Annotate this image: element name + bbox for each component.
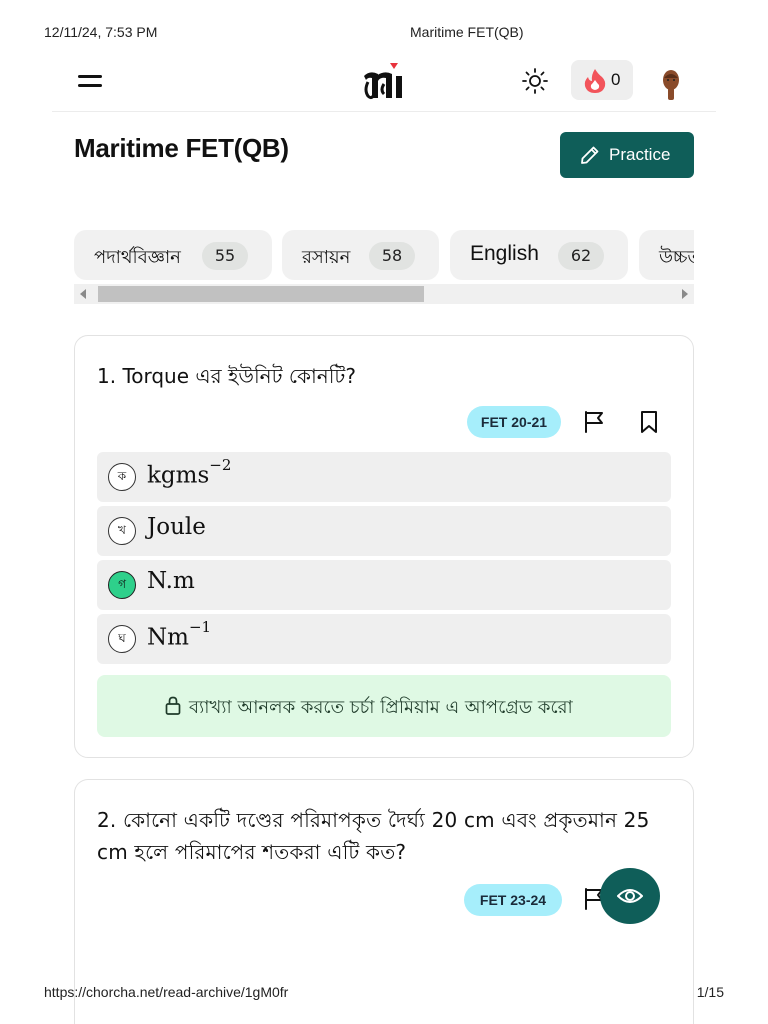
horizontal-scrollbar[interactable] [74,284,694,304]
eye-icon [617,889,643,903]
tab-count-badge: 55 [202,242,248,270]
option-badge: খ [108,517,136,545]
chorcha-logo[interactable] [360,60,408,102]
app-top-bar: 0 [52,56,716,112]
question-card: 1. Torque এর ইউনিট কোনটি? FET 20-21 ক kg… [74,335,694,758]
print-page-number: 1/15 [696,984,724,1000]
lock-icon [165,696,181,715]
print-header: 12/11/24, 7:53 PM Maritime FET(QB) [44,24,724,42]
tab-physics[interactable]: পদার্থবিজ্ঞান 55 [74,230,272,280]
streak-count: 0 [611,70,621,89]
exam-tag: FET 23-24 [464,884,562,916]
tab-count-badge: 58 [369,242,415,270]
tab-english[interactable]: English 62 [450,230,628,280]
hamburger-menu-icon[interactable] [76,70,104,92]
subject-tabs[interactable]: পদার্থবিজ্ঞান 55 রসায়ন 58 English 62 উচ… [74,230,694,304]
tab-higher-math[interactable]: উচ্চতর [639,230,694,280]
flag-icon[interactable] [581,409,607,435]
option-ga-correct[interactable]: গ N.m [97,560,671,610]
exam-tag: FET 20-21 [467,406,561,438]
option-text: N.m [147,568,195,594]
tab-chemistry[interactable]: রসায়ন 58 [282,230,439,280]
option-badge-correct: গ [108,571,136,599]
tab-count-badge: 62 [558,242,604,270]
print-datetime: 12/11/24, 7:53 PM [44,24,158,40]
sun-icon[interactable] [520,66,550,96]
option-ka[interactable]: ক kgms−2 [97,452,671,502]
scroll-right-arrow-icon[interactable] [682,289,688,299]
option-badge: ঘ [108,625,136,653]
show-answers-eye-button[interactable] [600,868,660,924]
print-footer: https://chorcha.net/read-archive/1gM0fr … [44,984,724,1002]
option-text: Nm−1 [147,618,212,651]
question-text: 1. Torque এর ইউনিট কোনটি? [97,364,356,388]
option-badge: ক [108,463,136,491]
practice-button-label: Practice [609,145,671,164]
option-kha[interactable]: খ Joule [97,506,671,556]
question-text: 2. কোনো একটি দণ্ডের পরিমাপকৃত দৈর্ঘ্য 20… [97,808,650,864]
premium-upgrade-banner[interactable]: ব্যাখ্যা আনলক করতে চর্চা প্রিমিয়াম এ আপ… [97,675,671,737]
streak-counter[interactable]: 0 [571,60,633,100]
option-gha[interactable]: ঘ Nm−1 [97,614,671,664]
option-text: Joule [147,514,206,540]
premium-upgrade-text: ব্যাখ্যা আনলক করতে চর্চা প্রিমিয়াম এ আপ… [189,697,573,718]
print-doc-title: Maritime FET(QB) [410,24,524,40]
flame-icon [584,69,606,93]
user-avatar[interactable] [658,66,684,102]
pencil-icon [581,146,599,164]
bookmark-icon[interactable] [636,409,662,435]
scrollbar-thumb[interactable] [98,286,424,302]
page-title: Maritime FET(QB) [74,133,289,163]
tab-label: পদার্থবিজ্ঞান [94,247,181,268]
practice-button[interactable]: Practice [560,132,694,178]
option-text: kgms−2 [147,456,232,489]
print-url: https://chorcha.net/read-archive/1gM0fr [44,984,289,1000]
tab-label: রসায়ন [302,247,351,268]
tab-label: উচ্চতর [659,247,694,268]
tab-label: English [470,242,539,265]
scroll-left-arrow-icon[interactable] [80,289,86,299]
